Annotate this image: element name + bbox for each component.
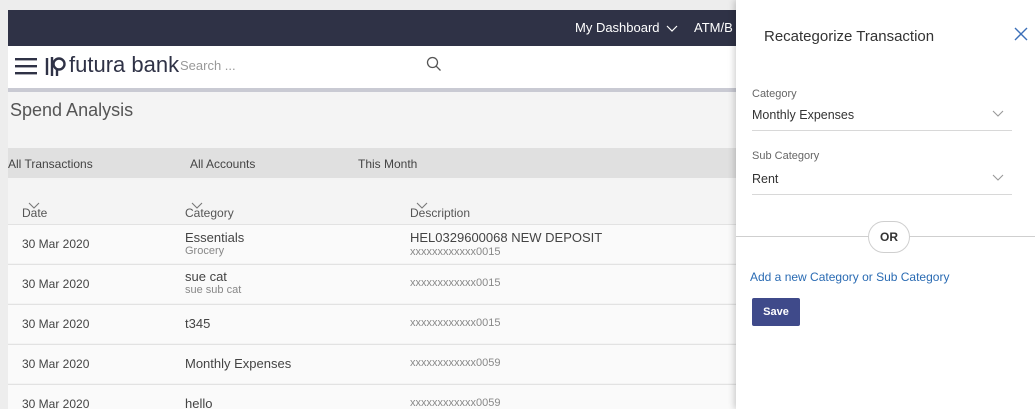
- category-select[interactable]: Monthly Expenses: [752, 104, 1012, 131]
- header-date-label: Date: [22, 206, 48, 220]
- table-row[interactable]: 30 Mar 2020 hello xxxxxxxxxxxx0059: [8, 384, 736, 409]
- chevron-down-icon: [992, 110, 1004, 117]
- chevron-down-icon: [992, 174, 1004, 181]
- table-row[interactable]: 30 Mar 2020 t345 xxxxxxxxxxxx0015: [8, 304, 736, 343]
- header-category[interactable]: Category: [185, 198, 234, 220]
- header-description-label: Description: [410, 206, 471, 220]
- table-row[interactable]: 30 Mar 2020 Essentials Grocery HEL032960…: [8, 224, 736, 263]
- category-value: Monthly Expenses: [752, 108, 855, 122]
- row-date: 30 Mar 2020: [22, 317, 90, 331]
- category-label: Category: [752, 88, 797, 100]
- header-date[interactable]: Date: [22, 198, 47, 220]
- my-dashboard-menu[interactable]: My Dashboard: [575, 20, 678, 35]
- table-header: Date Category Description: [8, 190, 736, 220]
- background-page: My Dashboard ATM/B futura bank Search ..…: [0, 0, 736, 409]
- row-category: sue cat: [185, 269, 227, 284]
- page-title: Spend Analysis: [10, 100, 134, 120]
- search-input[interactable]: Search ...: [180, 58, 236, 73]
- row-date: 30 Mar 2020: [22, 357, 90, 371]
- row-date: 30 Mar 2020: [22, 237, 90, 251]
- row-category: hello: [185, 396, 213, 409]
- row-account: xxxxxxxxxxxx0015: [410, 317, 501, 329]
- row-category: Essentials: [185, 230, 245, 245]
- recategorize-panel: Recategorize Transaction Category Monthl…: [736, 0, 1035, 409]
- header-category-label: Category: [185, 206, 234, 220]
- row-category: t345: [185, 316, 211, 331]
- filter-bar: All Transactions All Accounts This Month: [8, 148, 736, 178]
- brand-bar: futura bank Search ...: [8, 46, 736, 88]
- atm-branch-menu[interactable]: ATM/B: [694, 20, 733, 35]
- my-dashboard-label: My Dashboard: [575, 20, 660, 35]
- filter-this-month[interactable]: This Month: [358, 157, 417, 171]
- add-category-link[interactable]: Add a new Category or Sub Category: [750, 270, 949, 284]
- or-badge: OR: [868, 221, 910, 253]
- row-category: Monthly Expenses: [185, 356, 292, 371]
- row-account: xxxxxxxxxxxx0059: [410, 357, 501, 369]
- row-account: xxxxxxxxxxxx0015: [410, 246, 501, 258]
- row-date: 30 Mar 2020: [22, 277, 90, 291]
- search-icon[interactable]: [426, 56, 442, 72]
- header-description[interactable]: Description: [410, 198, 470, 220]
- row-subcategory: sue sub cat: [185, 284, 242, 296]
- filter-all-accounts[interactable]: All Accounts: [190, 157, 255, 171]
- hamburger-menu-icon[interactable]: [14, 56, 38, 76]
- row-account: xxxxxxxxxxxx0059: [410, 397, 501, 409]
- subcategory-value: Rent: [752, 172, 779, 186]
- subcategory-label: Sub Category: [752, 150, 820, 162]
- close-icon[interactable]: [1014, 27, 1028, 41]
- row-account: xxxxxxxxxxxx0015: [410, 277, 501, 289]
- panel-title: Recategorize Transaction: [764, 28, 935, 45]
- table-row[interactable]: 30 Mar 2020 Monthly Expenses xxxxxxxxxxx…: [8, 344, 736, 383]
- top-nav-bar: My Dashboard ATM/B: [8, 10, 736, 46]
- subcategory-select[interactable]: Rent: [752, 168, 1012, 195]
- row-subcategory: Grocery: [185, 245, 225, 257]
- row-description: HEL0329600068 NEW DEPOSIT: [410, 230, 603, 245]
- spend-analysis-page: Spend Analysis All Transactions All Acco…: [8, 92, 736, 409]
- bank-name: futura bank: [69, 52, 180, 77]
- save-button[interactable]: Save: [752, 298, 800, 326]
- filter-all-transactions[interactable]: All Transactions: [8, 157, 93, 171]
- row-date: 30 Mar 2020: [22, 397, 90, 409]
- futura-logo-icon: [45, 57, 66, 76]
- table-row[interactable]: 30 Mar 2020 sue cat sue sub cat xxxxxxxx…: [8, 264, 736, 303]
- chevron-down-icon: [666, 25, 677, 32]
